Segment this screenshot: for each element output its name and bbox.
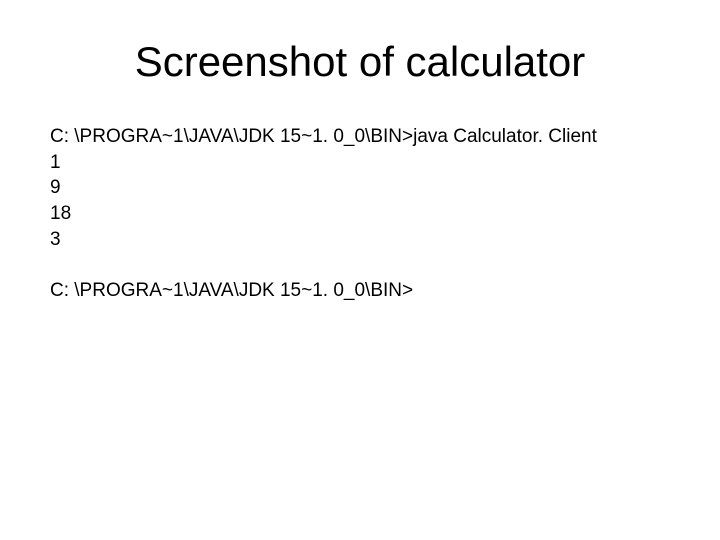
- terminal-line: 3: [50, 227, 670, 253]
- terminal-output: C: \PROGRA~1\JAVA\JDK 15~1. 0_0\BIN>java…: [50, 124, 670, 304]
- terminal-line: 1: [50, 150, 670, 176]
- terminal-prompt: C: \PROGRA~1\JAVA\JDK 15~1. 0_0\BIN>: [50, 278, 670, 304]
- terminal-block-1: C: \PROGRA~1\JAVA\JDK 15~1. 0_0\BIN>java…: [50, 124, 670, 252]
- terminal-block-2: C: \PROGRA~1\JAVA\JDK 15~1. 0_0\BIN>: [50, 278, 670, 304]
- terminal-line: 9: [50, 175, 670, 201]
- terminal-line: 18: [50, 201, 670, 227]
- terminal-line: C: \PROGRA~1\JAVA\JDK 15~1. 0_0\BIN>java…: [50, 124, 670, 150]
- slide-container: Screenshot of calculator C: \PROGRA~1\JA…: [0, 0, 720, 540]
- slide-title: Screenshot of calculator: [50, 38, 670, 86]
